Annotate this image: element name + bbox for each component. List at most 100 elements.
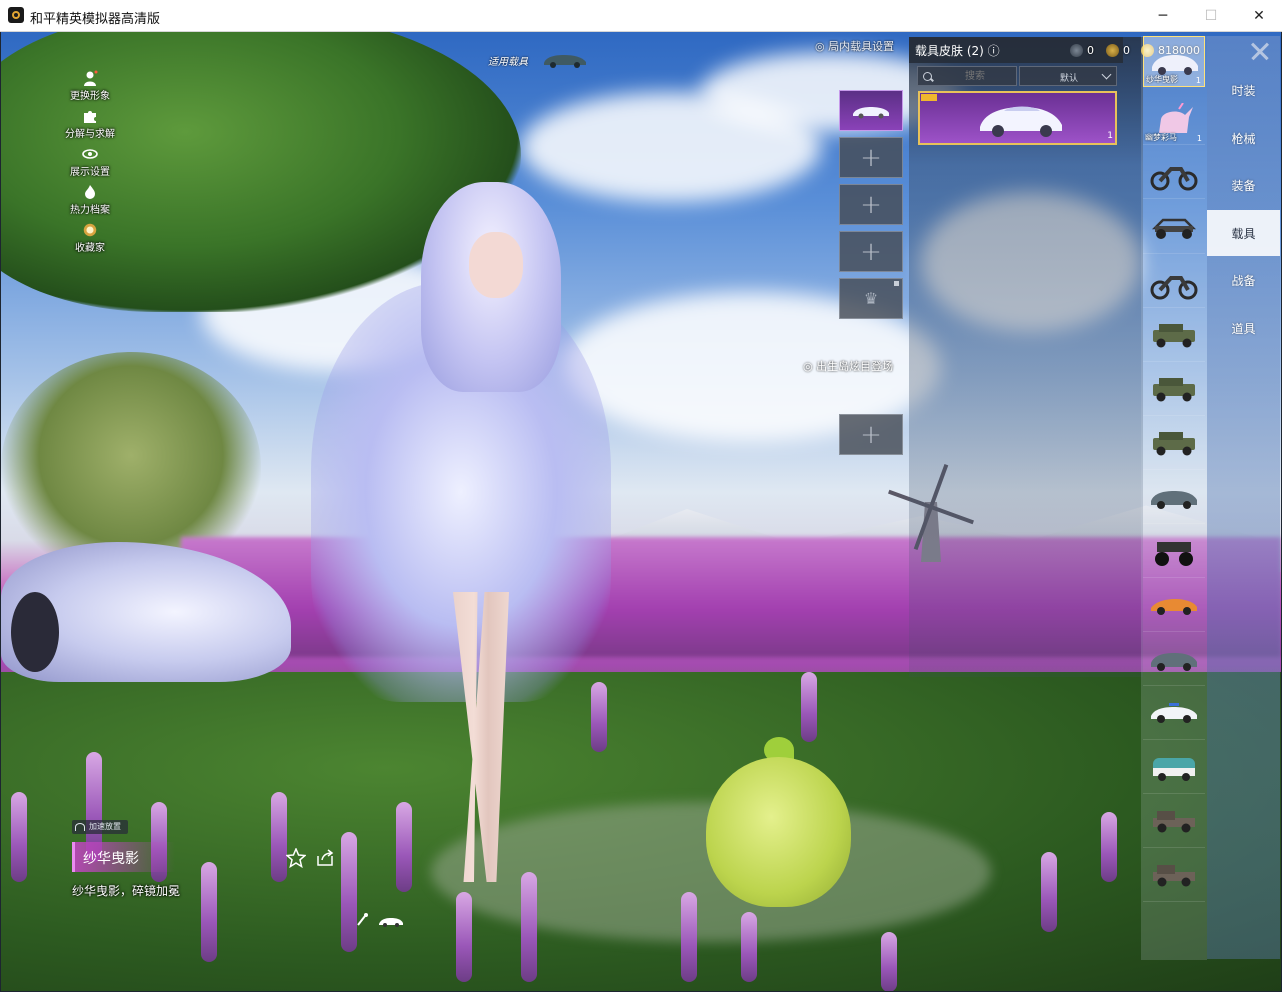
puzzle-icon — [84, 111, 96, 123]
chevron-down-icon — [1101, 69, 1112, 80]
vehicle-list-item[interactable] — [1143, 580, 1205, 632]
eye-icon — [82, 149, 98, 159]
lupine-flower — [881, 932, 897, 991]
lupine-flower — [11, 792, 27, 882]
loadout-slot-premium[interactable]: ♛ — [839, 278, 903, 319]
vehicle-list-item[interactable] — [1143, 472, 1205, 524]
currency-2-value: 0 — [1123, 43, 1130, 57]
sedan-icon — [853, 106, 889, 118]
skin-panel-title: 载具皮肤 (2) ⓘ — [915, 42, 1000, 59]
car-icon — [544, 55, 586, 68]
entrance-title: ◎ 出生岛炫目登场 — [803, 360, 894, 373]
applicable-vehicle-label: 适用载具 — [488, 57, 528, 68]
vehicle-list-item[interactable] — [1143, 147, 1205, 199]
accel-tag-label: 加速放置 — [89, 822, 121, 831]
vehicle-list-item[interactable] — [1143, 850, 1205, 902]
category-tab[interactable]: 时装 — [1207, 67, 1280, 113]
flame-icon — [85, 185, 95, 199]
maximize-button[interactable]: ☐ — [1188, 0, 1234, 31]
currency-1: 0 — [1070, 42, 1094, 58]
pet-companion — [706, 737, 851, 907]
vehicle-list-item[interactable] — [1143, 688, 1205, 740]
character-face — [469, 232, 523, 298]
menu-heat-archive[interactable]: 热力档案 — [60, 184, 120, 216]
plus-icon: + — [860, 142, 882, 173]
vehicle-list-item[interactable] — [1143, 742, 1205, 794]
loadout-slot-2[interactable]: + — [839, 137, 903, 178]
lock-icon — [894, 281, 899, 286]
minimize-button[interactable]: ─ — [1140, 0, 1186, 31]
menu-label: 分解与求解 — [65, 129, 115, 140]
question-icon[interactable]: ⓘ — [988, 44, 1000, 58]
menu-label: 收藏家 — [75, 243, 105, 254]
app-icon — [8, 7, 24, 23]
sort-dropdown[interactable]: 默认 — [1019, 66, 1117, 86]
crown-icon: ♛ — [863, 289, 879, 308]
menu-change-look[interactable]: 更换形象 — [60, 70, 120, 102]
vehicle-count: 1 — [1195, 76, 1201, 85]
skin-panel-title-text: 载具皮肤 (2) — [915, 44, 984, 58]
vehicle-list-item[interactable] — [1143, 418, 1205, 470]
category-tab[interactable]: 装备 — [1207, 162, 1280, 208]
skin-name: 纱华曳影 — [83, 851, 139, 867]
category-tab[interactable]: 载具 — [1207, 210, 1280, 256]
favorite-star-icon[interactable] — [286, 848, 306, 868]
vehicle-label: 幽梦彩马 — [1145, 133, 1177, 142]
lupine-flower — [396, 802, 412, 892]
window-titlebar: 和平精英模拟器高清版 ─ ☐ ✕ — [0, 0, 1282, 32]
vehicle-list-item[interactable] — [1143, 310, 1205, 362]
vehicle-list-item[interactable] — [1143, 256, 1205, 308]
close-window-button[interactable]: ✕ — [1236, 0, 1282, 31]
entrance-title-text: 出生岛炫目登场 — [816, 360, 894, 373]
skin-name-plate: 纱华曳影 — [72, 842, 175, 872]
skin-search-box[interactable] — [917, 66, 1017, 86]
loadout-slot-1[interactable] — [839, 90, 903, 131]
lupine-flower — [456, 892, 472, 982]
share-icon[interactable] — [315, 848, 335, 868]
loadout-slot-4[interactable]: + — [839, 231, 903, 272]
vehicle-list-item[interactable] — [1143, 364, 1205, 416]
vehicle-list-item[interactable]: 纱华曳影 1 — [1143, 36, 1205, 87]
vehicle-list-item[interactable] — [1143, 526, 1205, 578]
search-icon — [923, 72, 932, 81]
vehicle-list-item[interactable] — [1143, 202, 1205, 254]
accel-tag[interactable]: 加速放置 — [72, 820, 128, 834]
skin-search-input[interactable] — [936, 69, 1014, 83]
menu-label: 热力档案 — [70, 205, 110, 216]
rarity-badge — [921, 94, 937, 101]
entrance-slot[interactable]: + — [839, 414, 903, 455]
lupine-flower — [801, 672, 817, 742]
plus-icon: + — [860, 236, 882, 267]
vehicle-list-item[interactable] — [1143, 796, 1205, 848]
plus-icon: + — [860, 189, 882, 220]
lupine-flower — [591, 682, 607, 752]
vehicle-count: 1 — [1196, 134, 1202, 143]
collector-badge-icon — [83, 223, 97, 237]
skin-description: 纱华曳影，碎镜加冕 — [72, 884, 181, 898]
skin-count: 1 — [1107, 131, 1113, 141]
vehicle-list-item[interactable]: 幽梦彩马 1 — [1143, 93, 1205, 145]
person-icon — [84, 70, 98, 86]
menu-label: 展示设置 — [70, 167, 110, 178]
loadout-title: ◎ 局内载具设置 — [815, 40, 895, 53]
sedan-white-icon — [980, 106, 1062, 137]
loadout-slot-3[interactable]: + — [839, 184, 903, 225]
menu-decompose[interactable]: 分解与求解 — [60, 108, 120, 140]
menu-display-settings[interactable]: 展示设置 — [60, 146, 120, 178]
car-small-icon — [379, 918, 403, 927]
plus-icon: + — [860, 419, 882, 450]
showcase-vehicle — [1, 522, 301, 692]
menu-label: 更换形象 — [70, 91, 110, 102]
menu-collector[interactable]: 收藏家 — [60, 222, 120, 254]
category-tab[interactable]: 枪械 — [1207, 115, 1280, 161]
speed-icon — [75, 823, 85, 831]
lupine-flower — [1041, 852, 1057, 932]
skin-card-selected[interactable]: 1 — [918, 91, 1117, 145]
window-title: 和平精英模拟器高清版 — [30, 12, 161, 27]
vehicle-label: 纱华曳影 — [1146, 75, 1178, 84]
category-tab[interactable]: 战备 — [1207, 257, 1280, 303]
vehicle-list-item[interactable] — [1143, 634, 1205, 686]
applicable-vehicle-tag[interactable]: 适用载具 — [486, 50, 590, 72]
coin-dark-icon — [1070, 43, 1083, 57]
category-tab[interactable]: 道具 — [1207, 305, 1280, 351]
